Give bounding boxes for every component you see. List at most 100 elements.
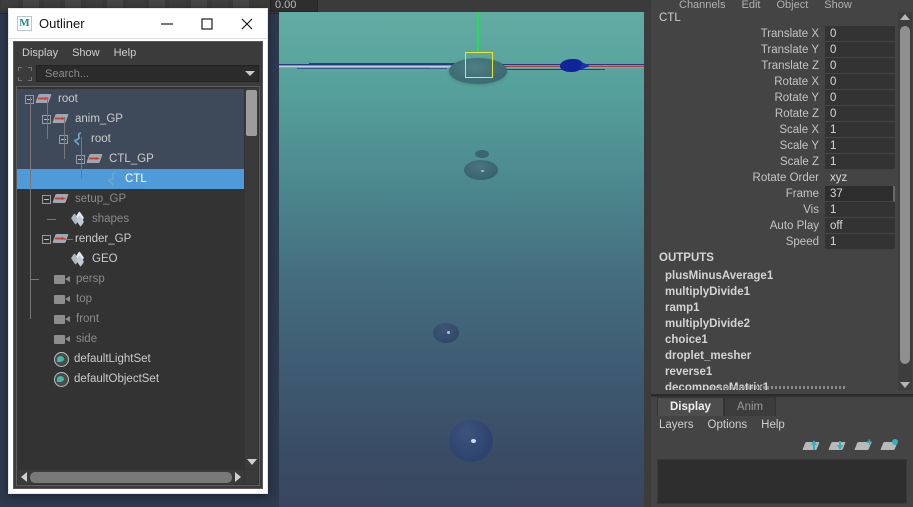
channel-row-frame[interactable]: Frame 37: [651, 186, 895, 202]
vscroll-thumb[interactable]: [246, 90, 257, 136]
menu-object[interactable]: Object: [776, 0, 808, 11]
outliner-item-setup-gp[interactable]: setup_GP: [17, 189, 244, 209]
close-icon[interactable]: [227, 9, 267, 38]
channel-value-field[interactable]: 0: [825, 26, 895, 42]
outliner-item-persp[interactable]: persp: [17, 269, 244, 289]
menu-layers[interactable]: Layers: [659, 419, 694, 431]
menu-show[interactable]: Show: [824, 0, 852, 11]
channel-value-field[interactable]: 0: [825, 74, 895, 90]
channel-row-rotate-z[interactable]: Rotate Z 0: [651, 106, 895, 122]
selection-bounding-box[interactable]: [465, 52, 493, 78]
channel-value-field[interactable]: 1: [825, 234, 895, 250]
outliner-item-front[interactable]: front: [17, 309, 244, 329]
layer-list[interactable]: [657, 459, 907, 504]
channel-value-field[interactable]: 1: [825, 202, 895, 218]
channel-value-field[interactable]: 0: [825, 42, 895, 58]
hscroll-right-arrow[interactable]: [235, 472, 241, 482]
maximize-icon[interactable]: [187, 9, 227, 38]
droplet-mesh-mid[interactable]: [464, 160, 498, 180]
cb-scroll-down-arrow[interactable]: [900, 382, 910, 388]
outliner-item-defaultobjectset[interactable]: defaultObjectSet: [17, 369, 244, 389]
output-node-reverse1[interactable]: reverse1: [665, 364, 895, 380]
channel-row-scale-x[interactable]: Scale X 1: [651, 122, 895, 138]
tab-display[interactable]: Display: [657, 397, 724, 416]
output-node-multiplydivide2[interactable]: multiplyDivide2: [665, 316, 895, 332]
outliner-item-defaultlightset[interactable]: defaultLightSet: [17, 349, 244, 369]
channel-value-field[interactable]: 1: [825, 138, 895, 154]
output-node-droplet-mesher[interactable]: droplet_mesher: [665, 348, 895, 364]
outliner-item-label: side: [76, 333, 98, 345]
tree-expander-icon[interactable]: [42, 194, 51, 204]
outliner-item-top[interactable]: top: [17, 289, 244, 309]
outliner-item-side[interactable]: side: [17, 329, 244, 349]
new-layer-icon[interactable]: +: [854, 437, 873, 452]
channel-row-rotate-order[interactable]: Rotate Order xyz: [651, 170, 895, 186]
hscroll-thumb[interactable]: [30, 471, 232, 483]
channel-value-field[interactable]: 0: [825, 90, 895, 106]
channel-value-field[interactable]: 37: [825, 186, 895, 202]
outliner-titlebar[interactable]: M Outliner: [9, 9, 267, 39]
droplet-mesh-big[interactable]: [449, 420, 493, 462]
move-layer-up-icon[interactable]: [802, 439, 821, 452]
channel-row-scale-y[interactable]: Scale Y 1: [651, 138, 895, 154]
channel-value-field[interactable]: off: [825, 218, 895, 234]
axis-y-manipulator[interactable]: [477, 12, 479, 54]
outliner-item-anim-gp[interactable]: anim_GP: [17, 109, 244, 129]
output-node-plusminusaverage1[interactable]: plusMinusAverage1: [665, 268, 895, 284]
outliner-horizontal-scrollbar[interactable]: [18, 470, 244, 484]
outliner-item-render-gp[interactable]: render_GP: [17, 229, 244, 249]
panel-resize-handle[interactable]: [711, 386, 846, 389]
new-layer-from-selected-icon[interactable]: [880, 438, 899, 452]
cone-mesh[interactable]: [559, 59, 583, 72]
menu-help[interactable]: Help: [761, 419, 785, 431]
output-node-multiplydivide1[interactable]: multiplyDivide1: [665, 284, 895, 300]
channel-box-scrollbar[interactable]: [898, 12, 912, 390]
menu-display[interactable]: Display: [22, 47, 58, 59]
channel-value-field[interactable]: xyz: [825, 170, 895, 186]
channel-row-rotate-x[interactable]: Rotate X 0: [651, 74, 895, 90]
outliner-vertical-scrollbar[interactable]: [245, 88, 258, 469]
channel-row-rotate-y[interactable]: Rotate Y 0: [651, 90, 895, 106]
channel-row-translate-y[interactable]: Translate Y 0: [651, 42, 895, 58]
set-icon: [54, 352, 69, 367]
channel-row-speed[interactable]: Speed 1: [651, 234, 895, 250]
outliner-item-ctl[interactable]: CTL: [17, 169, 244, 189]
menu-edit[interactable]: Edit: [741, 0, 760, 11]
channel-row-auto-play[interactable]: Auto Play off: [651, 218, 895, 234]
output-node-choice1[interactable]: choice1: [665, 332, 895, 348]
channel-value-field[interactable]: 1: [825, 154, 895, 170]
outliner-item-root[interactable]: root: [17, 89, 244, 109]
exposure-field[interactable]: 0.00: [270, 0, 318, 12]
hscroll-left-arrow[interactable]: [21, 472, 27, 482]
menu-options[interactable]: Options: [708, 419, 748, 431]
outliner-tree[interactable]: root anim_GP root CTL_GP CTL setup_GP shapes re…: [17, 87, 244, 470]
channel-value-field[interactable]: 0: [825, 58, 895, 74]
outliner-item-ctl-gp[interactable]: CTL_GP: [17, 149, 244, 169]
outliner-item-root[interactable]: root: [17, 129, 244, 149]
outliner-item-geo[interactable]: GEO: [17, 249, 244, 269]
viewport-3d[interactable]: [279, 12, 644, 507]
channel-row-translate-x[interactable]: Translate X 0: [651, 26, 895, 42]
cb-scroll-thumb[interactable]: [900, 26, 910, 364]
channel-row-scale-z[interactable]: Scale Z 1: [651, 154, 895, 170]
tab-anim[interactable]: Anim: [723, 397, 777, 416]
menu-show[interactable]: Show: [72, 47, 100, 59]
menu-channels[interactable]: Channels: [679, 0, 725, 11]
tree-expander-icon[interactable]: [42, 234, 51, 244]
selection-mode-icon[interactable]: [18, 66, 32, 81]
channel-value-field[interactable]: 0: [825, 106, 895, 122]
droplet-mesh-low[interactable]: [433, 323, 459, 343]
search-input[interactable]: [43, 66, 245, 81]
move-layer-down-icon[interactable]: [828, 439, 847, 452]
channel-row-vis[interactable]: Vis 1: [651, 202, 895, 218]
search-box[interactable]: [36, 65, 259, 82]
channel-row-translate-z[interactable]: Translate Z 0: [651, 58, 895, 74]
vscroll-down-arrow[interactable]: [247, 459, 257, 465]
output-node-ramp1[interactable]: ramp1: [665, 300, 895, 316]
channel-value-field[interactable]: 1: [825, 122, 895, 138]
chevron-down-icon[interactable]: [245, 71, 255, 76]
cb-scroll-up-arrow[interactable]: [900, 14, 910, 20]
droplet-mesh-tiny[interactable]: [475, 150, 489, 158]
menu-help[interactable]: Help: [114, 47, 137, 59]
minimize-icon[interactable]: [147, 9, 187, 38]
